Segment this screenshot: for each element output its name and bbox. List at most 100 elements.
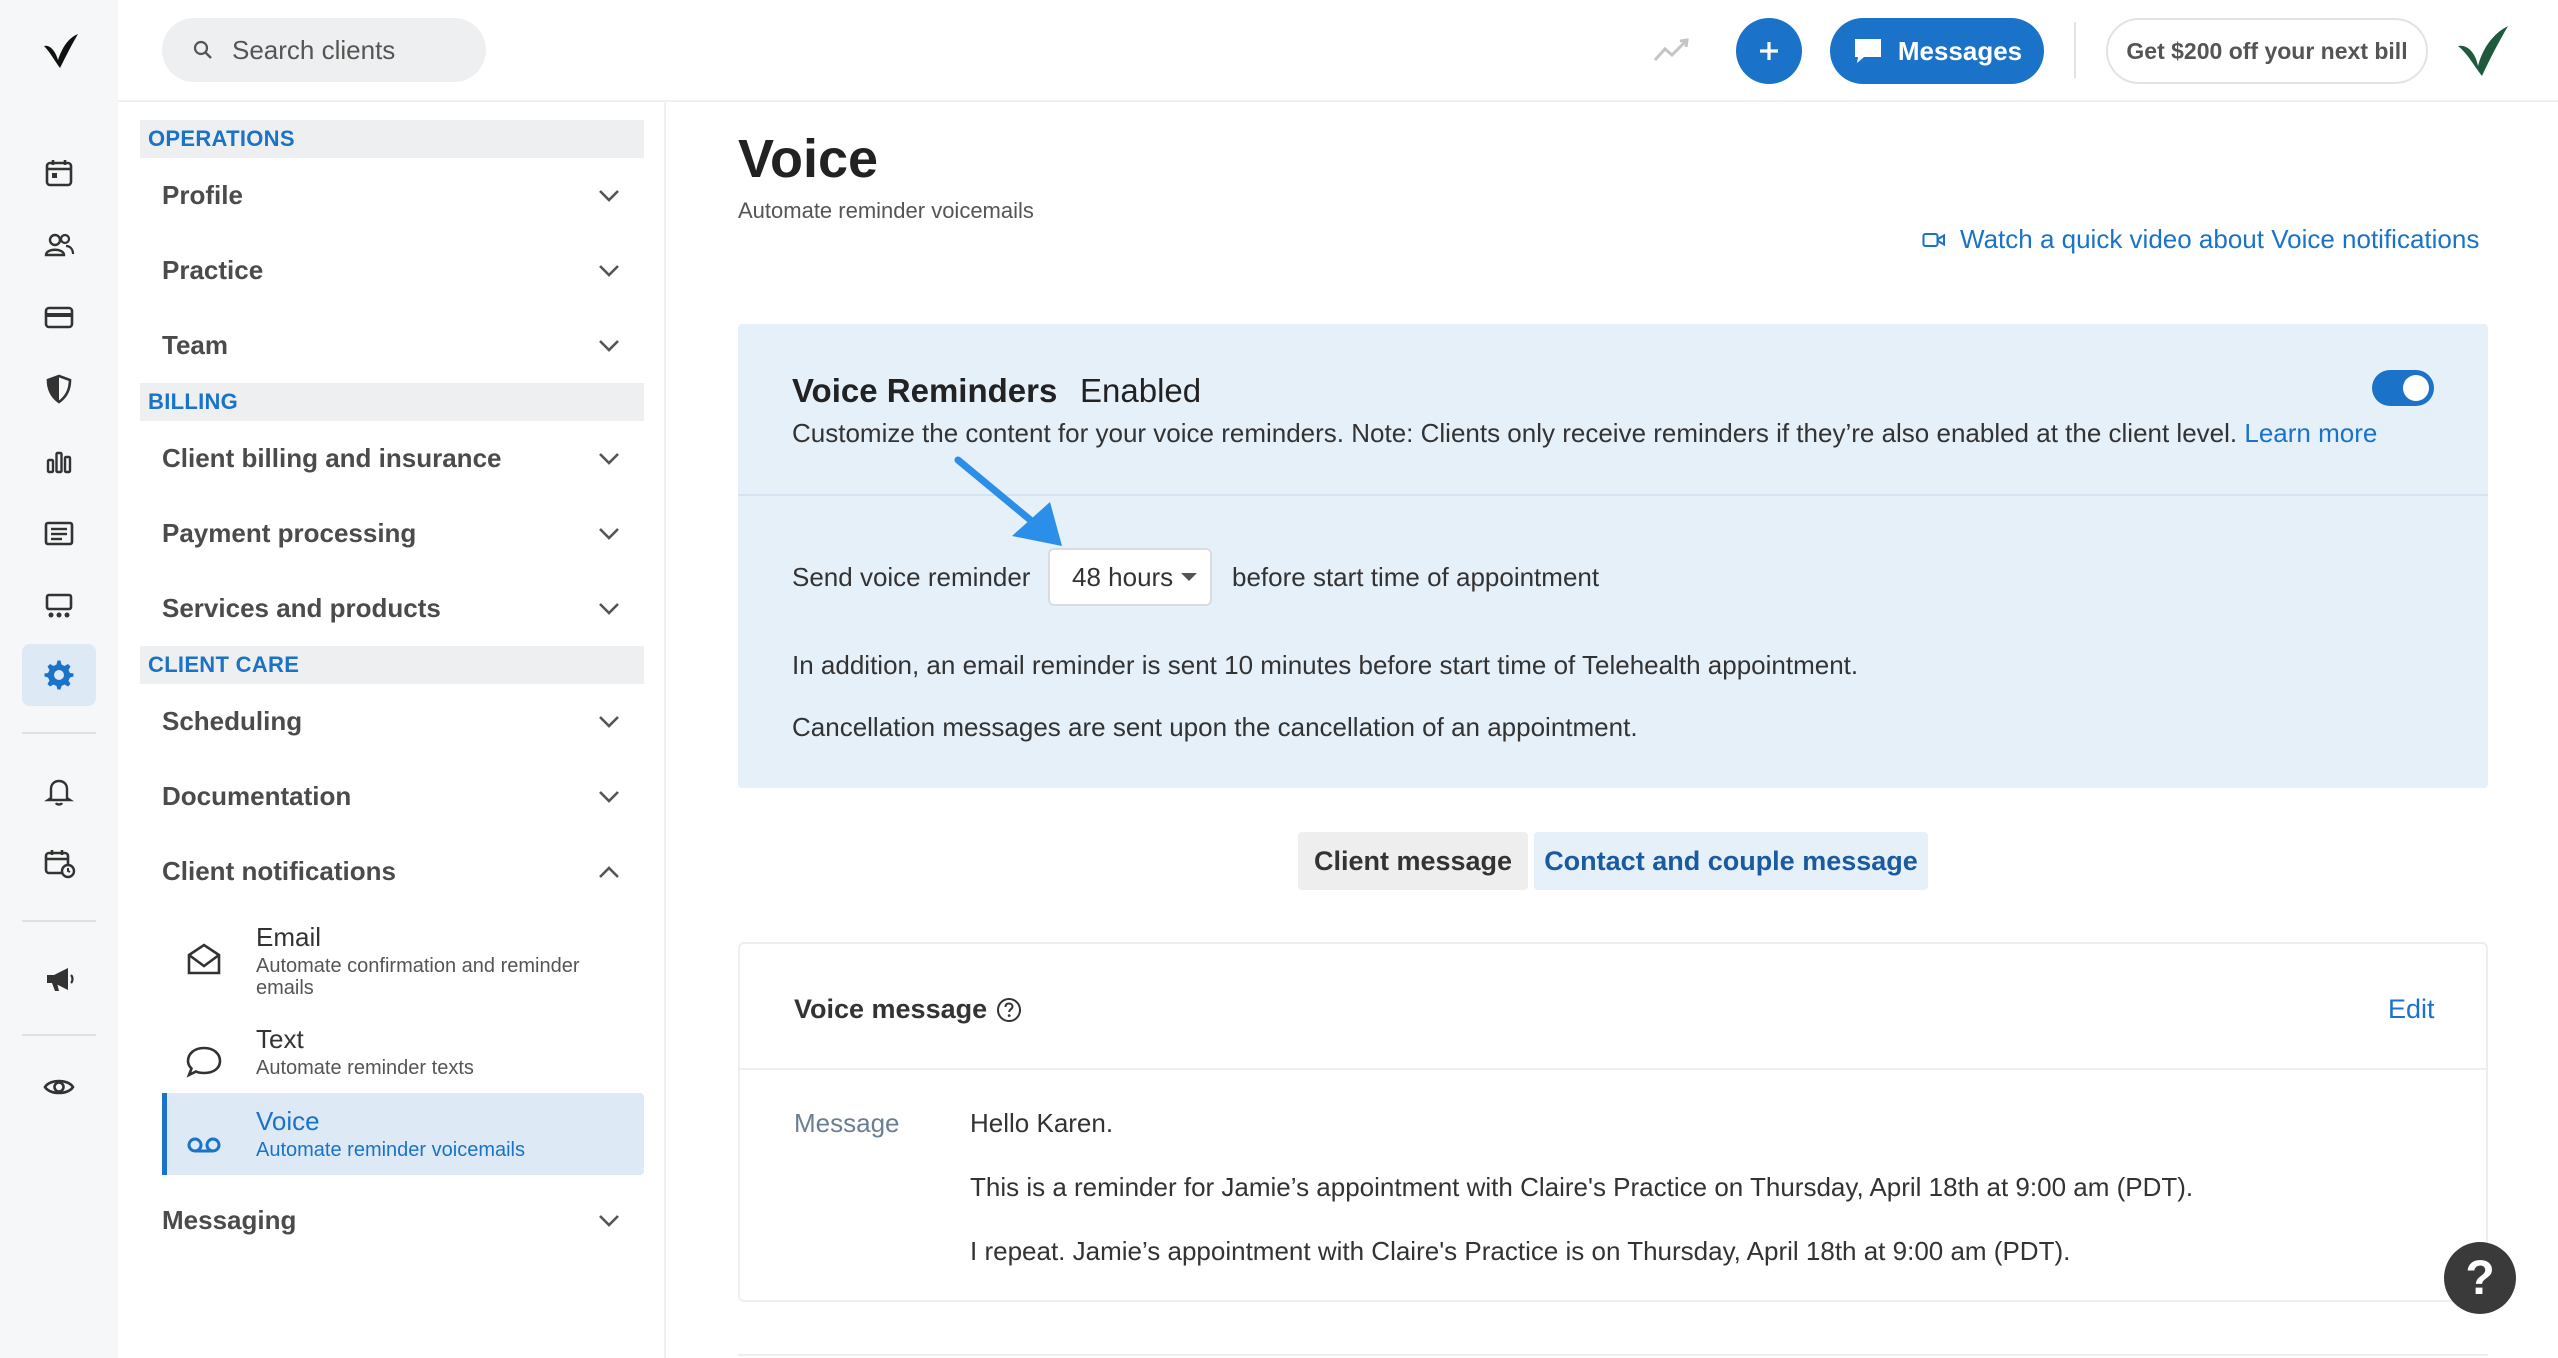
chevron-down-icon	[599, 1214, 619, 1227]
help-button[interactable]: ?	[2444, 1242, 2516, 1314]
visibility-eye-icon[interactable]	[22, 1056, 96, 1118]
section-operations: OPERATIONS	[140, 120, 644, 158]
nav-item-label: Team	[162, 330, 228, 360]
chevron-down-icon	[599, 264, 619, 277]
trend-chart-icon[interactable]	[1652, 32, 1692, 68]
cancellation-note: Cancellation messages are sent upon the …	[792, 712, 1638, 742]
before-start-label: before start time of appointment	[1232, 562, 1600, 592]
nav-item-profile[interactable]: Profile	[140, 158, 644, 233]
nav-item-client-notifications[interactable]: Client notifications	[140, 834, 644, 909]
nav-item-messaging[interactable]: Messaging	[140, 1183, 644, 1258]
watch-video-link[interactable]: Watch a quick video about Voice notifica…	[1922, 224, 2479, 255]
nav-item-documentation[interactable]: Documentation	[140, 759, 644, 834]
chevron-down-icon	[599, 339, 619, 352]
sub-item-desc: Automate reminder voicemails	[256, 1139, 525, 1161]
search-icon	[193, 40, 212, 59]
clients-icon[interactable]	[22, 214, 96, 276]
speech-bubble-icon	[186, 1046, 222, 1078]
caret-down-icon	[1181, 573, 1198, 581]
chevron-down-icon	[599, 527, 619, 540]
sub-item-desc: Automate confirmation and reminder email…	[256, 955, 580, 999]
account-logo-icon[interactable]	[2454, 22, 2510, 78]
annotation-arrow-icon	[954, 456, 1062, 546]
video-camera-icon	[1922, 232, 1945, 247]
message-line: Hello Karen.	[970, 1108, 1114, 1138]
bottom-divider	[738, 1354, 2488, 1356]
voice-reminders-toggle[interactable]	[2372, 370, 2434, 406]
icon-rail	[0, 0, 118, 1358]
search-input[interactable]	[232, 34, 472, 66]
settings-gear-icon[interactable]	[22, 644, 96, 706]
nav-item-label: Profile	[162, 180, 243, 210]
plus-icon	[1760, 42, 1778, 60]
message-line: This is a reminder for Jamie’s appointme…	[970, 1172, 2194, 1202]
edit-link[interactable]: Edit	[2388, 994, 2435, 1025]
nav-item-scheduling[interactable]: Scheduling	[140, 684, 644, 759]
nav-item-label: Scheduling	[162, 706, 303, 736]
description-text: Customize the content for your voice rem…	[792, 418, 2238, 448]
announcements-megaphone-icon[interactable]	[22, 948, 96, 1010]
nav-item-label: Client billing and insurance	[162, 443, 502, 473]
messages-button[interactable]: Messages	[1830, 18, 2044, 84]
chevron-down-icon	[599, 602, 619, 615]
sub-item-title: Voice	[256, 1106, 320, 1136]
notifications-bell-icon[interactable]	[22, 760, 96, 822]
sub-item-text[interactable]: Text Automate reminder texts	[162, 1011, 644, 1093]
calendar-icon[interactable]	[22, 142, 96, 204]
sub-item-desc: Automate reminder texts	[256, 1057, 474, 1079]
section-billing: BILLING	[140, 383, 644, 421]
nav-item-label: Payment processing	[162, 518, 417, 548]
documents-icon[interactable]	[22, 502, 96, 564]
email-envelope-icon	[187, 943, 221, 975]
billing-card-icon[interactable]	[22, 286, 96, 348]
page-title: Voice	[738, 129, 879, 189]
tab-client-message[interactable]: Client message	[1298, 832, 1528, 890]
learn-more-link[interactable]: Learn more	[2244, 418, 2377, 448]
nav-item-label: Services and products	[162, 593, 441, 623]
sub-item-title: Text	[256, 1024, 304, 1054]
analytics-icon[interactable]	[22, 430, 96, 492]
tab-contact-couple-message[interactable]: Contact and couple message	[1534, 832, 1928, 890]
nav-item-services-products[interactable]: Services and products	[140, 571, 644, 646]
sub-item-email[interactable]: Email Automate confirmation and reminder…	[162, 909, 644, 1011]
reminder-hours-select[interactable]: 48 hours	[1048, 548, 1212, 606]
settings-nav: OPERATIONS Profile Practice Team BILLING…	[140, 120, 644, 1258]
messages-label: Messages	[1897, 35, 2023, 66]
app-logo-icon[interactable]	[40, 30, 80, 70]
voice-reminders-description: Customize the content for your voice rem…	[792, 418, 2377, 449]
chevron-down-icon	[599, 189, 619, 202]
search-bar[interactable]	[162, 18, 486, 82]
topbar-border	[118, 100, 2558, 102]
card-divider	[740, 1068, 2486, 1070]
voice-reminders-panel: Voice Reminders Enabled Customize the co…	[738, 324, 2488, 788]
page-subtitle: Automate reminder voicemails	[738, 198, 1034, 223]
chevron-up-icon	[599, 865, 619, 878]
insurance-shield-icon[interactable]	[22, 358, 96, 420]
help-circle-icon[interactable]	[995, 996, 1023, 1024]
voicemail-icon	[187, 1137, 221, 1153]
nav-item-label: Client notifications	[162, 856, 396, 886]
chevron-down-icon	[599, 715, 619, 728]
nav-item-payment-processing[interactable]: Payment processing	[140, 496, 644, 571]
chat-bubble-icon	[1854, 39, 1881, 63]
promo-button[interactable]: Get $200 off your next bill	[2106, 18, 2428, 84]
voice-message-card: Voice message Edit Message Hello Karen. …	[738, 942, 2488, 1302]
reminder-hours-value: 48 hours	[1072, 561, 1174, 592]
message-line: I repeat. Jamie’s appointment with Clair…	[970, 1236, 2071, 1266]
nav-item-practice[interactable]: Practice	[140, 233, 644, 308]
reminders-calendar-icon[interactable]	[22, 832, 96, 894]
nav-item-team[interactable]: Team	[140, 308, 644, 383]
chevron-down-icon	[599, 452, 619, 465]
topbar-divider	[2074, 22, 2076, 78]
nav-item-client-billing[interactable]: Client billing and insurance	[140, 421, 644, 496]
sub-item-voice[interactable]: Voice Automate reminder voicemails	[162, 1093, 644, 1175]
nav-item-label: Messaging	[162, 1205, 297, 1235]
add-button[interactable]	[1736, 18, 1802, 84]
voice-message-title: Voice message	[794, 994, 1023, 1025]
watch-video-label: Watch a quick video about Voice notifica…	[1960, 224, 2480, 254]
section-client-care: CLIENT CARE	[140, 646, 644, 684]
voice-reminders-status: Enabled	[1080, 372, 1202, 409]
marketplace-icon[interactable]	[22, 574, 96, 636]
voice-message-title-text: Voice message	[794, 994, 988, 1024]
send-voice-reminder-label: Send voice reminder	[792, 562, 1031, 592]
